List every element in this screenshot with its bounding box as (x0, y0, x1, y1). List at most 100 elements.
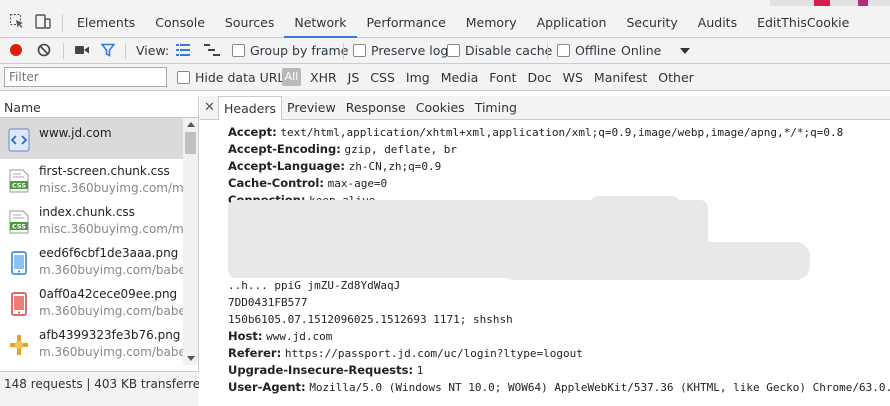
request-name: www.jd.com (39, 126, 112, 140)
request-row[interactable]: CSS first-screen.chunk.css misc.360buyimg.… (0, 159, 183, 200)
group-by-frame-label: Group by frame (250, 43, 349, 58)
filter-type-css[interactable]: CSS (370, 70, 395, 85)
request-detail-panel: ✕ Headers Preview Response Cookies Timing Ac… (200, 96, 890, 406)
toolbar-divider (63, 43, 64, 59)
request-row[interactable]: 0aff0a42cece09ee.png m.360buyimg.com/babe… (0, 282, 183, 323)
request-row[interactable]: eed6f6cbf1de3aaa.png m.360buyimg.com/babe… (0, 241, 183, 282)
inspect-element-icon[interactable] (9, 13, 25, 29)
request-host: m.360buyimg.com/babel/jf (39, 345, 183, 359)
filter-type-img[interactable]: Img (406, 70, 430, 85)
header-name: Referer: (228, 346, 282, 360)
request-row[interactable]: www.jd.com (0, 118, 183, 159)
network-toolbar: View: Group by frame Preserve log Disabl… (0, 38, 890, 64)
name-column-header[interactable]: Name (0, 96, 198, 118)
filter-all-button[interactable]: All (282, 68, 301, 86)
throttle-select[interactable]: Online (621, 43, 661, 58)
preserve-log-label: Preserve log (371, 43, 449, 58)
tab-security[interactable]: Security (616, 0, 687, 38)
header-value: https://passport.jd.com/uc/login?ltype=l… (284, 347, 583, 360)
request-name: index.chunk.css (39, 205, 135, 219)
header-row: 150b6105.07.1512096025.1512693 1171; shs… (228, 311, 890, 328)
filter-type-other[interactable]: Other (658, 70, 694, 85)
tab-performance[interactable]: Performance (357, 0, 456, 38)
redacted-region (500, 242, 810, 280)
header-name: User-Agent: (228, 380, 306, 394)
header-value: gzip, deflate, br (344, 143, 458, 156)
group-by-frame-checkbox[interactable] (232, 44, 245, 57)
header-name: Accept: (228, 125, 277, 139)
hide-data-urls-checkbox[interactable] (177, 71, 190, 84)
scroll-thumb[interactable] (185, 132, 196, 154)
header-row: Referer: https://passport.jd.com/uc/logi… (228, 345, 890, 362)
tab-elements[interactable]: Elements (67, 0, 145, 38)
svg-text:CSS: CSS (12, 223, 26, 231)
header-name: Upgrade-Insecure-Requests: (228, 363, 414, 377)
offline-label: Offline (575, 43, 617, 58)
image-file-icon (8, 251, 30, 275)
header-row: Accept-Encoding: gzip, deflate, br (228, 141, 890, 158)
tab-audits[interactable]: Audits (688, 0, 747, 38)
detail-tab-preview[interactable]: Preview (282, 96, 341, 120)
tab-console[interactable]: Console (145, 0, 215, 38)
css-file-icon: CSS (8, 210, 30, 234)
filter-type-ws[interactable]: WS (563, 70, 583, 85)
header-name: Accept-Language: (228, 159, 345, 173)
header-row: Upgrade-Insecure-Requests: 1 (228, 362, 890, 379)
toolbar-divider (343, 43, 344, 59)
detail-tab-headers[interactable]: Headers (218, 96, 283, 121)
scroll-down-icon[interactable] (187, 356, 195, 361)
header-row: Accept-Language: zh-CN,zh;q=0.9 (228, 158, 890, 175)
network-summary: 148 requests | 403 KB transferred... (0, 371, 199, 406)
detail-tab-cookies[interactable]: Cookies (411, 96, 470, 120)
filter-type-manifest[interactable]: Manifest (594, 70, 647, 85)
header-row: Host: www.jd.com (228, 328, 890, 345)
request-name: afb4399323fe3b76.png (39, 328, 181, 342)
request-list-scrollbar[interactable] (183, 118, 198, 365)
record-icon[interactable] (9, 43, 23, 57)
throttle-dropdown-icon[interactable] (680, 48, 690, 54)
request-host: m.360buyimg.com/babel/jf (39, 304, 183, 318)
tab-memory[interactable]: Memory (456, 0, 527, 38)
clear-icon[interactable] (37, 43, 51, 57)
header-name: Host: (228, 329, 263, 343)
header-name: Cache-Control: (228, 176, 324, 190)
toolbar-divider (125, 43, 126, 59)
large-rows-icon[interactable] (176, 44, 190, 56)
doc-file-icon (8, 128, 30, 152)
detail-tab-response[interactable]: Response (341, 96, 411, 120)
filter-input[interactable] (4, 67, 167, 87)
toolbar-divider (547, 43, 548, 59)
header-value: Mozilla/5.0 (Windows NT 10.0; WOW64) App… (309, 381, 890, 394)
request-host: misc.360buyimg.com/mtd/ (39, 181, 183, 195)
device-toolbar-icon[interactable] (35, 13, 51, 29)
request-row[interactable]: afb4399323fe3b76.png m.360buyimg.com/babe… (0, 323, 183, 364)
request-list-panel: Name www.jd.com CSS first-screen.chunk.css… (0, 96, 199, 406)
filter-type-media[interactable]: Media (441, 70, 479, 85)
request-row[interactable]: CSS index.chunk.css misc.360buyimg.com/mtd… (0, 200, 183, 241)
request-host: misc.360buyimg.com/mtd/ (39, 222, 183, 236)
filter-type-xhr[interactable]: XHR (310, 70, 337, 85)
request-name: 0aff0a42cece09ee.png (39, 287, 178, 301)
css-file-icon: CSS (8, 169, 30, 193)
filter-funnel-icon[interactable] (101, 43, 115, 57)
header-value: max-age=0 (327, 177, 388, 190)
detail-tabbar: ✕ Headers Preview Response Cookies Timing (200, 96, 890, 121)
close-icon[interactable]: ✕ (204, 100, 215, 115)
video-capture-icon[interactable] (74, 44, 90, 56)
disable-cache-checkbox[interactable] (447, 44, 460, 57)
header-row: 7DD0431FB577 (228, 294, 890, 311)
filter-type-js[interactable]: JS (348, 70, 360, 85)
filter-type-font[interactable]: Font (489, 70, 516, 85)
detail-tab-timing[interactable]: Timing (470, 96, 522, 120)
resource-type-filters: XHR JS CSS Img Media Font Doc WS Manifest Other (310, 70, 705, 85)
tab-application[interactable]: Application (527, 0, 617, 38)
preserve-log-checkbox[interactable] (353, 44, 366, 57)
waterfall-icon[interactable] (204, 44, 220, 56)
offline-checkbox[interactable] (557, 44, 570, 57)
scroll-up-icon[interactable] (187, 122, 195, 127)
tab-sources[interactable]: Sources (215, 0, 284, 38)
header-value: www.jd.com (266, 330, 333, 343)
tab-network[interactable]: Network (284, 0, 357, 38)
image-file-icon (8, 292, 30, 316)
filter-type-doc[interactable]: Doc (527, 70, 551, 85)
